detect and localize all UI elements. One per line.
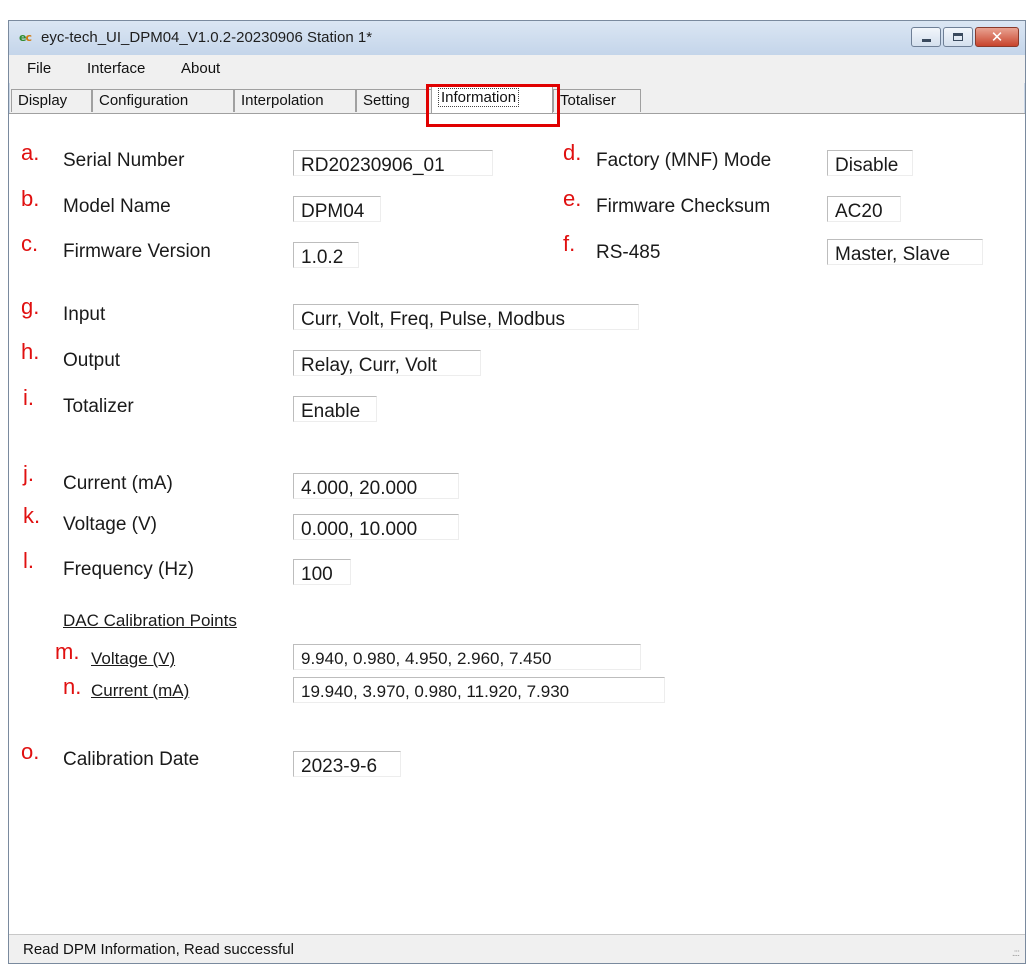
dac-voltage-field: 9.940, 0.980, 4.950, 2.960, 7.450	[293, 644, 641, 670]
firmware-version-label: Firmware Version	[63, 241, 211, 262]
tab-totaliser[interactable]: Totaliser	[553, 89, 641, 112]
status-text: Read DPM Information, Read successful	[23, 941, 294, 958]
frequency-hz-label: Frequency (Hz)	[63, 559, 194, 580]
annotation-letter: a.	[21, 140, 40, 165]
model-name-label: Model Name	[63, 196, 171, 217]
annotation-letter: o.	[21, 739, 40, 764]
serial-number-field: RD20230906_01	[293, 150, 493, 176]
tab-interpolation[interactable]: Interpolation	[234, 89, 356, 112]
close-button[interactable]: ✕	[975, 27, 1019, 47]
input-field: Curr, Volt, Freq, Pulse, Modbus	[293, 304, 639, 330]
dac-voltage-label: Voltage (V)	[91, 649, 176, 668]
tab-configuration[interactable]: Configuration	[92, 89, 234, 112]
tab-display[interactable]: Display	[11, 89, 92, 112]
annotation-letter: d.	[563, 140, 582, 165]
app-logo-icon: ec	[19, 31, 35, 45]
factory-mode-label: Factory (MNF) Mode	[596, 150, 772, 171]
current-ma-label: Current (mA)	[63, 473, 173, 494]
window-title: eyc-tech_UI_DPM04_V1.0.2-20230906 Statio…	[41, 29, 373, 46]
menu-about[interactable]: About	[181, 60, 220, 77]
dac-current-field: 19.940, 3.970, 0.980, 11.920, 7.930	[293, 677, 665, 703]
firmware-checksum-field: AC20	[827, 196, 901, 222]
output-field: Relay, Curr, Volt	[293, 350, 481, 376]
factory-mode-field: Disable	[827, 150, 913, 176]
maximize-button[interactable]	[943, 27, 973, 47]
annotation-letter: e.	[563, 186, 582, 211]
logo-letter-c: c	[25, 31, 31, 44]
calibration-date-field: 2023-9-6	[293, 751, 401, 777]
frequency-hz-field: 100	[293, 559, 351, 585]
annotation-letter: i.	[23, 385, 34, 410]
maximize-icon	[953, 33, 963, 41]
annotation-letter: g.	[21, 294, 40, 319]
window-controls: ✕	[911, 27, 1019, 47]
menu-bar: File Interface About	[9, 55, 1025, 83]
annotation-letter: h.	[21, 339, 40, 364]
voltage-v-label: Voltage (V)	[63, 514, 157, 535]
tab-label: Interpolation	[241, 92, 324, 109]
annotation-letter: n.	[63, 674, 82, 699]
tab-label: Configuration	[99, 92, 189, 109]
resize-grip-icon[interactable]: .:::	[1012, 948, 1020, 959]
totalizer-label: Totalizer	[63, 396, 134, 417]
voltage-v-field: 0.000, 10.000	[293, 514, 459, 540]
tab-label: Setting	[363, 92, 410, 109]
totalizer-field: Enable	[293, 396, 377, 422]
annotation-letter: b.	[21, 186, 40, 211]
information-panel: a. Serial Number RD20230906_01 b. Model …	[9, 114, 1025, 935]
dac-calibration-heading: DAC Calibration Points	[63, 611, 237, 630]
input-label: Input	[63, 304, 106, 325]
firmware-version-field: 1.0.2	[293, 242, 359, 268]
rs485-field: Master, Slave	[827, 239, 983, 265]
tab-label: Totaliser	[560, 92, 616, 109]
rs485-label: RS-485	[596, 242, 661, 263]
annotation-letter: k.	[23, 503, 41, 528]
app-window: ec eyc-tech_UI_DPM04_V1.0.2-20230906 Sta…	[8, 20, 1026, 964]
annotation-letter: f.	[563, 231, 576, 256]
annotation-letter: m.	[55, 639, 80, 664]
close-icon: ✕	[990, 28, 1004, 46]
tab-highlight-frame	[426, 84, 560, 127]
firmware-checksum-label: Firmware Checksum	[596, 196, 771, 217]
minimize-icon	[922, 39, 931, 42]
status-bar: Read DPM Information, Read successful .:…	[9, 934, 1025, 963]
model-name-field: DPM04	[293, 196, 381, 222]
dac-current-label: Current (mA)	[91, 681, 190, 700]
title-bar[interactable]: ec eyc-tech_UI_DPM04_V1.0.2-20230906 Sta…	[9, 21, 1025, 56]
annotation-letter: c.	[21, 231, 39, 256]
serial-number-label: Serial Number	[63, 150, 185, 171]
output-label: Output	[63, 350, 121, 371]
menu-interface[interactable]: Interface	[87, 60, 145, 77]
annotation-letter: l.	[23, 548, 34, 573]
annotation-letter: j.	[23, 461, 34, 486]
menu-file[interactable]: File	[27, 60, 51, 77]
tab-setting[interactable]: Setting	[356, 89, 436, 112]
calibration-date-label: Calibration Date	[63, 749, 200, 770]
minimize-button[interactable]	[911, 27, 941, 47]
tab-label: Display	[18, 92, 68, 109]
current-ma-field: 4.000, 20.000	[293, 473, 459, 499]
